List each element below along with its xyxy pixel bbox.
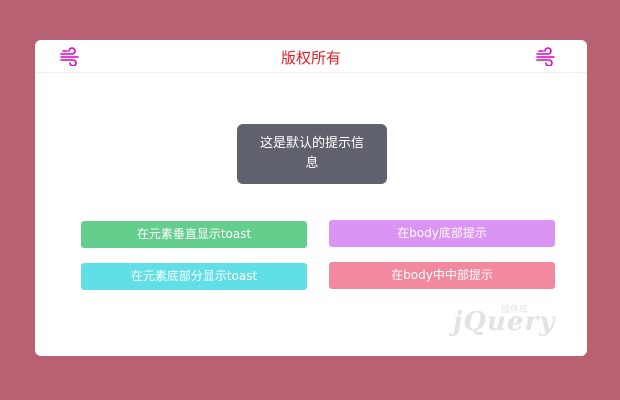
toast-message: 这是默认的提示信息: [237, 124, 387, 184]
header-bar: 版权所有: [35, 40, 587, 73]
jquery-watermark: jQuery 插件库: [435, 298, 575, 348]
toast-vertical-button[interactable]: 在元素垂直显示toast: [81, 221, 307, 248]
toast-element-bottom-button[interactable]: 在元素底部分显示toast: [81, 263, 307, 290]
wind-icon[interactable]: [535, 46, 557, 66]
watermark-sub: 插件库: [501, 305, 529, 315]
toast-text: 这是默认的提示信息: [259, 136, 364, 171]
body-middle-button[interactable]: 在body中中部提示: [329, 262, 555, 289]
body-bottom-button[interactable]: 在body底部提示: [329, 220, 555, 247]
page-title: 版权所有: [280, 49, 341, 67]
main-card: 版权所有 这是默认的提示信息 在元素垂直显示toast 在body底部提示 在元…: [35, 40, 587, 356]
